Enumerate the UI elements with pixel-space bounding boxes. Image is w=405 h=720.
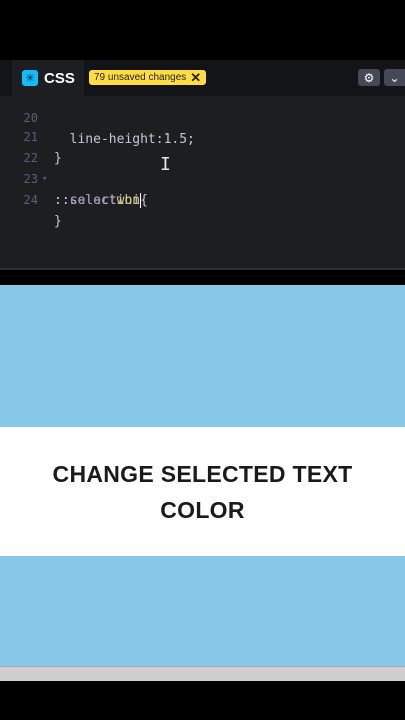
preview-heading: CHANGE SELECTED TEXT COLOR [52, 460, 353, 523]
preview-pane: CHANGE SELECTED TEXT COLOR [0, 285, 405, 666]
unsaved-changes-text: 79 unsaved changes [94, 72, 187, 83]
css-value: whi [116, 193, 141, 208]
code-line: 22 ▾ ::selection{ [0, 127, 405, 208]
code-line: 20 line-height:1.5; [0, 87, 405, 147]
top-letterbox [0, 0, 405, 60]
code-line: 24 } [0, 169, 405, 229]
css-tab-label: CSS [44, 69, 75, 87]
css-logo-icon: ✳ [22, 70, 38, 86]
heading-band: CHANGE SELECTED TEXT COLOR [0, 427, 405, 556]
panel-resize-divider[interactable] [0, 268, 405, 285]
bottom-letterbox [0, 681, 405, 720]
settings-gear-button[interactable]: ⚙ [358, 69, 380, 86]
collapse-editor-button[interactable]: ⌄ [384, 69, 405, 86]
code-line: 21 } [0, 106, 405, 166]
text-cursor [140, 193, 142, 208]
chevron-down-icon: ⌄ [389, 70, 400, 85]
code-line: 23 color:whi [0, 148, 405, 208]
line-number: 24 [23, 193, 38, 207]
code-text: } [54, 214, 62, 229]
close-icon[interactable]: ✕ [190, 71, 201, 84]
code-text: color:whi [54, 190, 142, 211]
gear-icon: ⚙ [363, 70, 375, 85]
css-property: color: [54, 193, 117, 208]
ibeam-cursor-icon: I [160, 154, 171, 175]
css-editor-panel: ✳ CSS 79 unsaved changes ✕ ⚙ ⌄ 20 line-h… [0, 60, 405, 268]
unsaved-changes-badge[interactable]: 79 unsaved changes ✕ [89, 70, 207, 85]
horizontal-scrollbar[interactable] [0, 666, 405, 681]
